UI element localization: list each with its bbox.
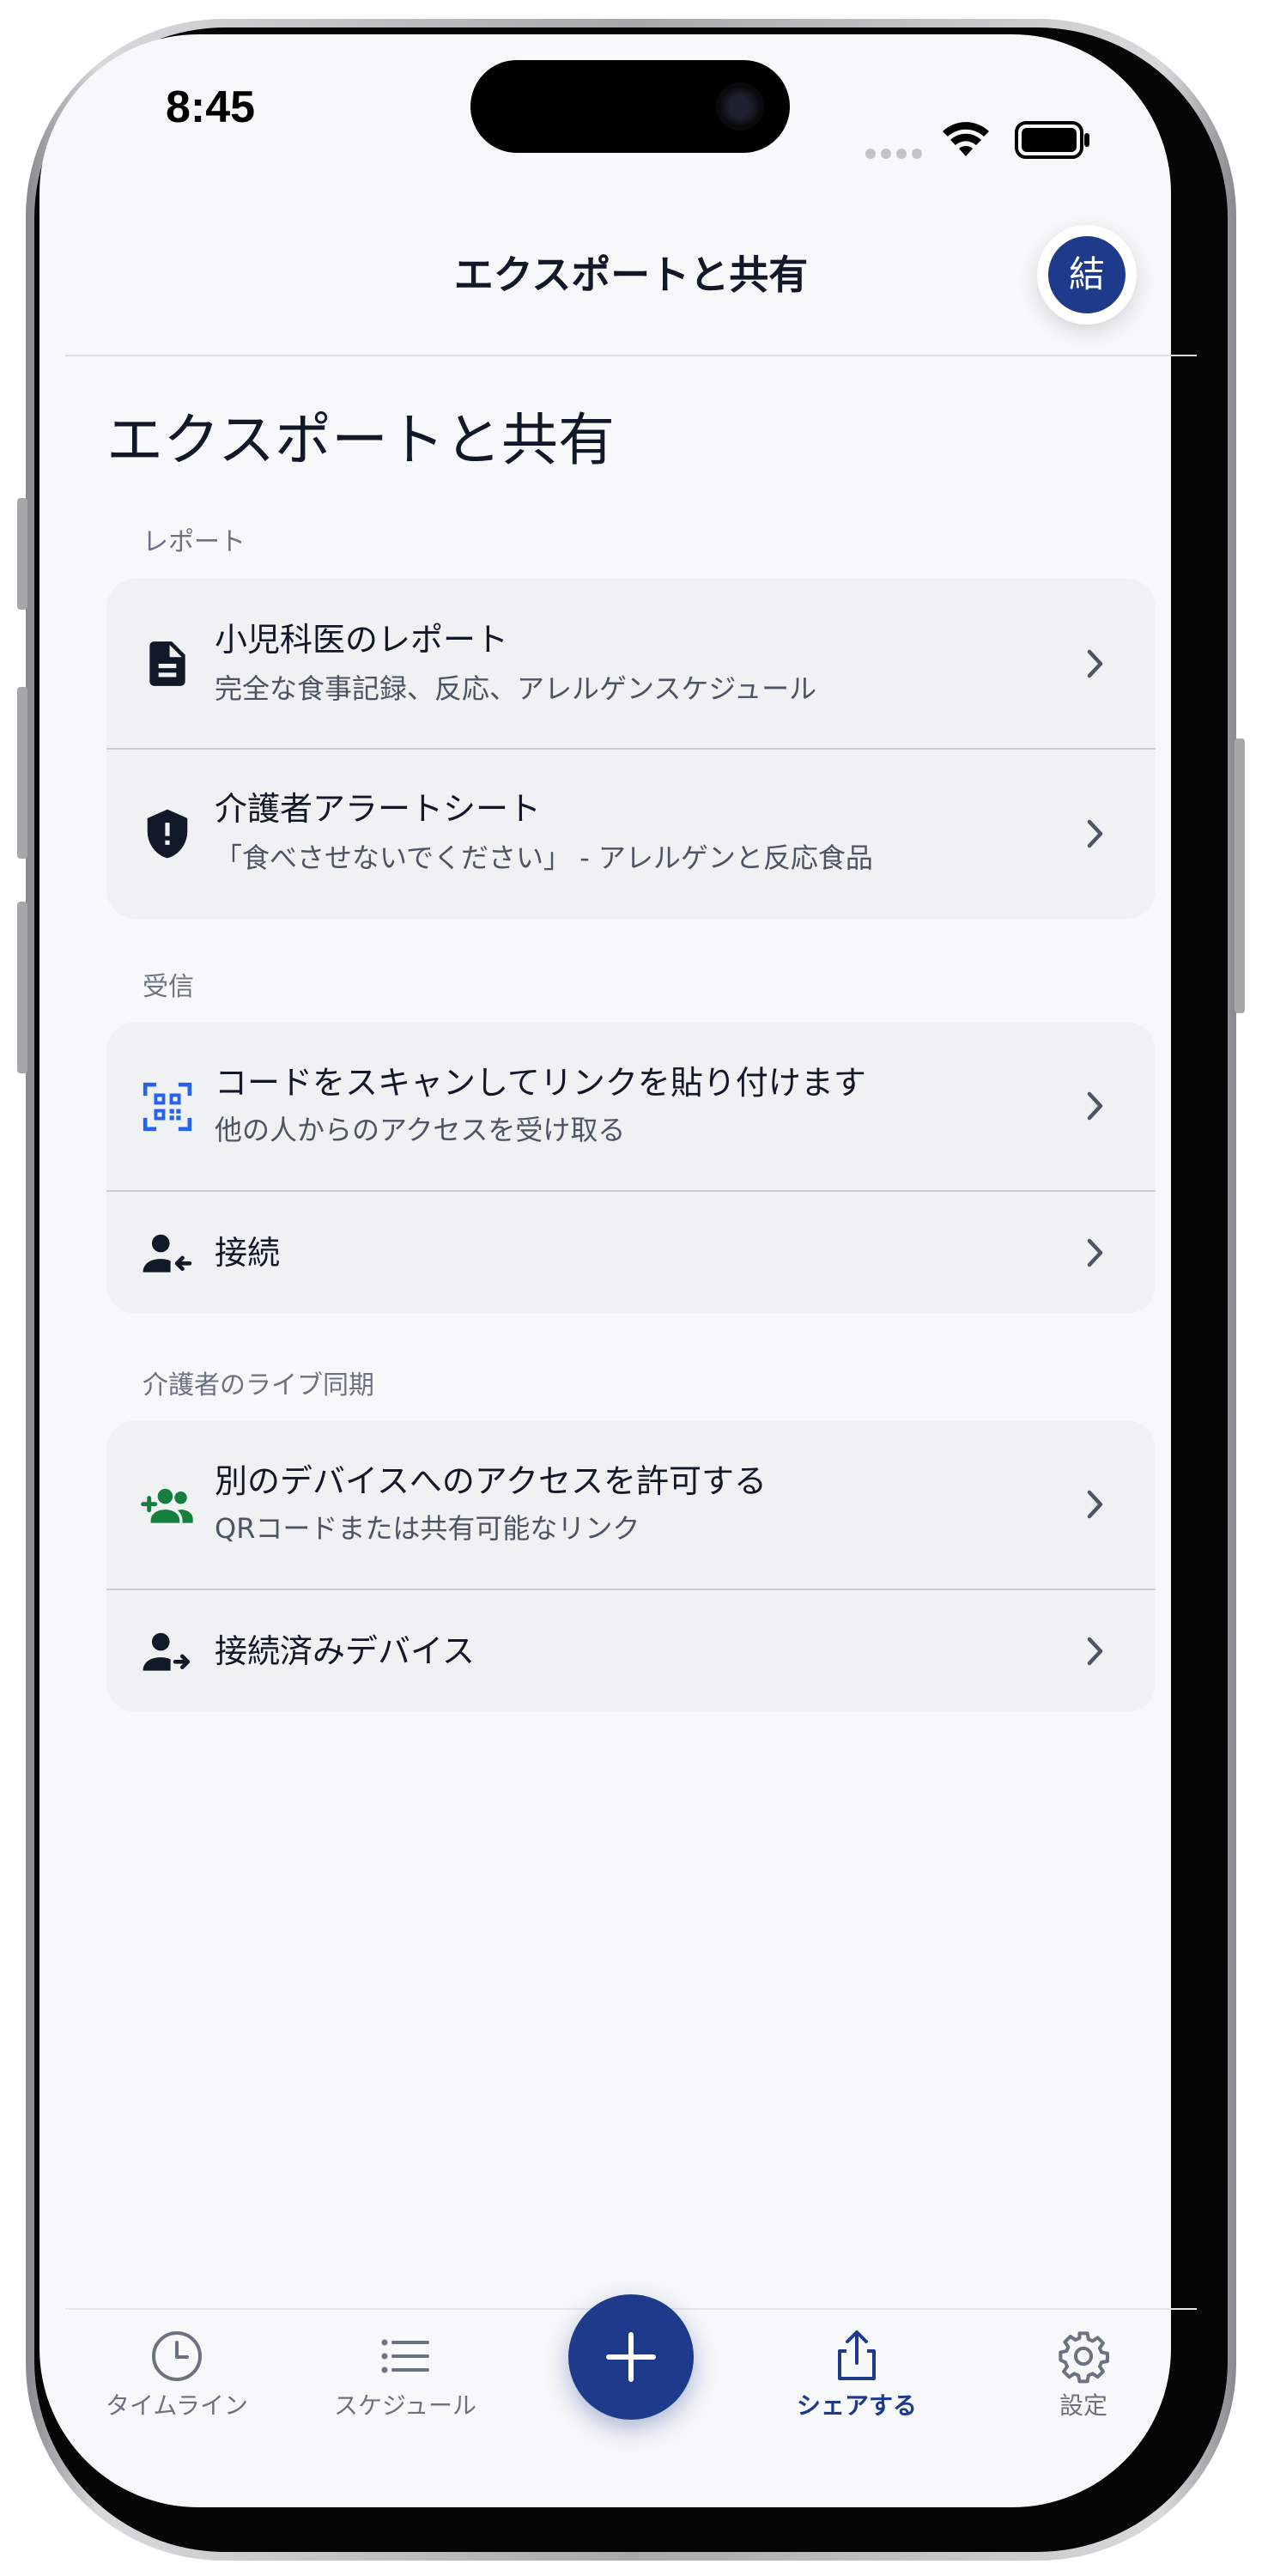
header-divider	[65, 355, 1197, 356]
section-label-reports: レポート	[143, 527, 246, 557]
shield-alert-icon	[147, 809, 188, 859]
group-add-icon	[141, 1488, 193, 1523]
list-icon	[381, 2339, 429, 2373]
row-title: 小児科医のレポート	[215, 621, 509, 659]
tab-label: シェアする	[796, 2391, 917, 2420]
page-title: エクスポートと共有	[106, 407, 616, 473]
person-outgoing-icon	[143, 1632, 191, 1671]
chevron-right-icon	[1087, 819, 1103, 848]
row-title: 接続済みデバイス	[215, 1632, 475, 1670]
wifi-icon	[943, 122, 989, 156]
clock-icon	[152, 2331, 202, 2381]
chevron-right-icon	[1087, 649, 1103, 678]
plus-icon	[606, 2332, 656, 2382]
avatar-initial: 結	[1048, 236, 1125, 313]
tab-schedule[interactable]: スケジュール	[311, 2318, 500, 2439]
row-subtitle: 他の人からのアクセスを受け取る	[215, 1114, 626, 1146]
volume-up-button	[17, 687, 27, 859]
battery-icon	[1015, 121, 1089, 159]
row-grant-access[interactable]: 別のデバイスへのアクセスを許可する QRコードまたは共有可能なリンク	[106, 1420, 1156, 1589]
row-connect[interactable]: 接続	[106, 1192, 1156, 1314]
add-button[interactable]	[568, 2294, 694, 2420]
row-title: 介護者アラートシート	[215, 790, 542, 828]
signal-icon	[865, 146, 927, 162]
document-icon	[149, 641, 185, 686]
tab-label: スケジュール	[333, 2391, 477, 2420]
chevron-right-icon	[1087, 1637, 1103, 1666]
card-live-sync: 別のデバイスへのアクセスを許可する QRコードまたは共有可能なリンク 接続済みデ…	[106, 1420, 1156, 1712]
chevron-right-icon	[1087, 1091, 1103, 1121]
volume-down-button	[17, 902, 27, 1073]
row-subtitle: 「食べさせないでください」 - アレルゲンと反応食品	[215, 841, 873, 874]
avatar[interactable]: 結	[1037, 225, 1137, 325]
row-subtitle: 完全な食事記録、反応、アレルゲンスケジュール	[215, 672, 817, 705]
row-caregiver-alert-sheet[interactable]: 介護者アラートシート 「食べさせないでください」 - アレルゲンと反応食品	[106, 750, 1156, 919]
share-icon	[838, 2330, 876, 2380]
power-button	[1235, 738, 1245, 1013]
gear-icon	[1059, 2331, 1109, 2384]
tab-settings[interactable]: 設定	[989, 2318, 1178, 2439]
row-connected-devices[interactable]: 接続済みデバイス	[106, 1590, 1156, 1712]
camera-icon	[716, 82, 764, 131]
tab-label: 設定	[1059, 2391, 1107, 2420]
section-label-receive: 受信	[143, 972, 194, 1002]
action-button	[17, 498, 27, 610]
row-subtitle: QRコードまたは共有可能なリンク	[215, 1512, 640, 1545]
section-label-live-sync: 介護者のライブ同期	[143, 1370, 374, 1400]
row-title: コードをスキャンしてリンクを貼り付けます	[215, 1064, 866, 1102]
chevron-right-icon	[1087, 1238, 1103, 1267]
qr-code-icon	[143, 1082, 192, 1132]
tab-label: タイムライン	[105, 2391, 249, 2420]
row-scan-code[interactable]: コードをスキャンしてリンクを貼り付けます 他の人からのアクセスを受け取る	[106, 1022, 1156, 1190]
row-title: 別のデバイスへのアクセスを許可する	[215, 1462, 767, 1500]
dynamic-island	[470, 60, 790, 153]
card-reports: 小児科医のレポート 完全な食事記録、反応、アレルゲンスケジュール 介護者アラート…	[106, 579, 1156, 919]
card-receive: コードをスキャンしてリンクを貼り付けます 他の人からのアクセスを受け取る 接続	[106, 1022, 1156, 1314]
chevron-right-icon	[1087, 1490, 1103, 1519]
row-pediatrician-report[interactable]: 小児科医のレポート 完全な食事記録、反応、アレルゲンスケジュール	[106, 579, 1156, 749]
tab-share[interactable]: シェアする	[762, 2318, 951, 2439]
tab-timeline[interactable]: タイムライン	[82, 2318, 271, 2439]
person-incoming-icon	[143, 1234, 192, 1273]
row-title: 接続	[215, 1234, 281, 1272]
status-time: 8:45	[165, 82, 256, 132]
